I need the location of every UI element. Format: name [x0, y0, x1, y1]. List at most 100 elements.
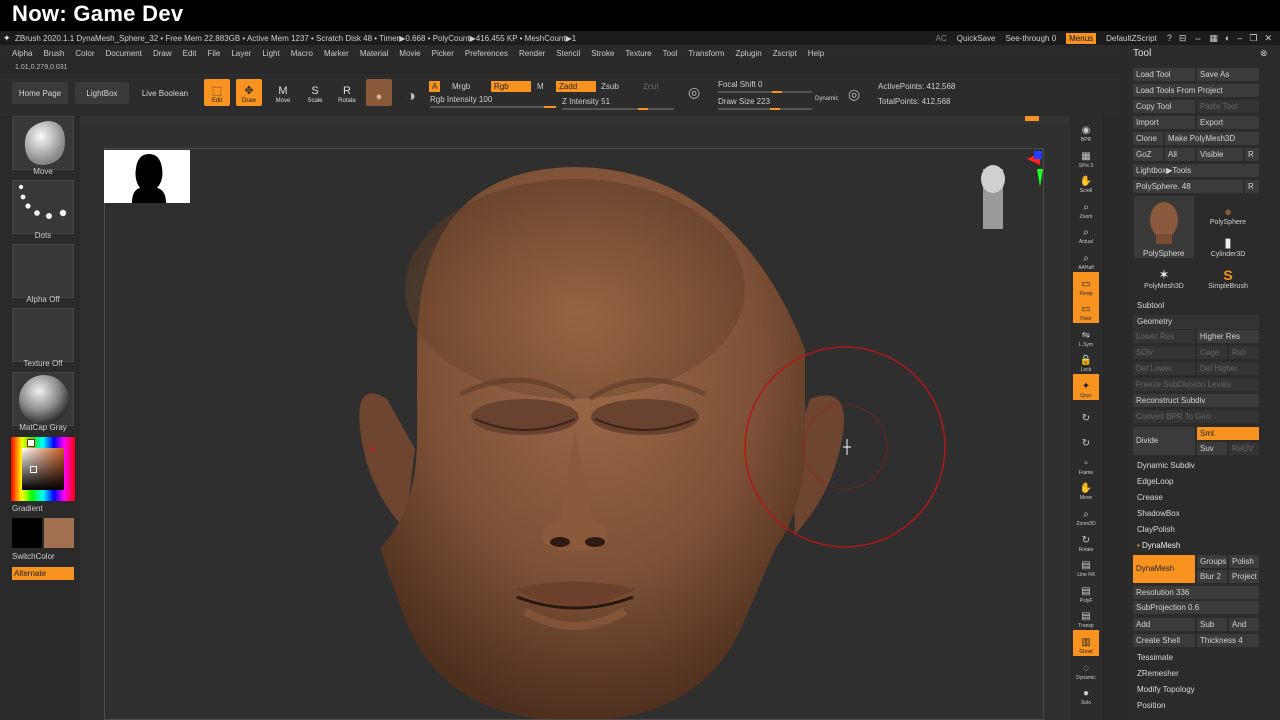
groups-toggle[interactable]: Groups [1197, 555, 1227, 568]
shelf-button-tool-12[interactable]: ↻ [1073, 425, 1099, 451]
material-sphere-button[interactable]: ● [366, 79, 392, 106]
lightbox-button[interactable]: LightBox [75, 82, 129, 104]
menus-toggle[interactable]: Menus [1066, 32, 1097, 44]
convert-bpr-button[interactable]: Convert BPR To Geo [1133, 410, 1259, 423]
color-picker-square[interactable] [22, 448, 64, 490]
z-intensity-slider[interactable] [562, 108, 674, 110]
menu-macro[interactable]: Macro [291, 49, 313, 58]
main-color-swatch[interactable] [12, 518, 42, 548]
menu-zplugin[interactable]: Zplugin [735, 49, 761, 58]
color-sphere-button[interactable]: ◑ [398, 79, 424, 106]
picker-handle-icon[interactable] [27, 439, 35, 447]
modify-topology-section[interactable]: Modify Topology [1133, 683, 1259, 697]
minimize-icon[interactable]: – [1237, 33, 1242, 44]
polysphere-r-button[interactable]: R [1245, 180, 1259, 193]
zsub-toggle[interactable]: Zsub [598, 81, 622, 92]
move-mode-button[interactable]: M Move [270, 79, 296, 106]
arrows-icon[interactable]: ⇔ [1193, 33, 1202, 44]
rstr-button[interactable]: Rstr [1229, 346, 1259, 359]
freeze-subdivision-button[interactable]: Freeze SubDivision Levels [1133, 378, 1259, 391]
default-zscript-button[interactable]: DefaultZScript [1106, 34, 1157, 43]
project-toggle[interactable]: Project [1229, 570, 1259, 583]
shelf-button-persp[interactable]: ▭ Persp [1073, 271, 1099, 298]
alternate-button[interactable]: Alternate [12, 567, 74, 580]
focal-shift-knob[interactable] [772, 91, 782, 93]
resolution-slider[interactable]: Resolution 336 [1133, 586, 1259, 599]
focal-shift-slider[interactable] [718, 91, 812, 93]
shelf-button-transp[interactable]: ▤ Transp [1073, 604, 1099, 630]
secondary-color-swatch[interactable] [44, 518, 74, 548]
layout-icon[interactable]: ⊟ [1179, 33, 1187, 44]
del-lower-button[interactable]: Del Lower [1133, 362, 1195, 375]
menu-light[interactable]: Light [262, 49, 279, 58]
del-higher-button[interactable]: Del Higher [1197, 362, 1259, 375]
goz-r-button[interactable]: R [1245, 148, 1259, 161]
material-selector[interactable] [12, 372, 74, 426]
menu-help[interactable]: Help [808, 49, 824, 58]
higher-res-button[interactable]: Higher Res [1197, 330, 1259, 343]
menu-stroke[interactable]: Stroke [591, 49, 614, 58]
crease-section[interactable]: Crease [1133, 491, 1259, 505]
shelf-button-polyf[interactable]: ▤ PolyF [1073, 579, 1099, 605]
shelf-button-scroll[interactable]: ✋ Scroll [1073, 169, 1099, 195]
ac-button[interactable]: AC [936, 34, 947, 43]
quicksave-button[interactable]: QuickSave [957, 34, 996, 43]
shelf-button-floor[interactable]: ▭ Floor [1073, 297, 1099, 324]
shelf-button-actual[interactable]: ⌕ Actual [1073, 220, 1099, 246]
z-intensity-knob[interactable] [638, 108, 648, 110]
shelf-button-line-fill[interactable]: ▤ Line Fill [1073, 553, 1099, 579]
goz-all-button[interactable]: All [1165, 148, 1195, 161]
simplebrush-tile[interactable]: S SimpleBrush [1197, 260, 1259, 290]
shelf-button-rotate[interactable]: ↻ Rotate [1073, 528, 1099, 554]
menu-brush[interactable]: Brush [43, 49, 64, 58]
shelf-button-lock[interactable]: 🔒 Lock [1073, 348, 1099, 374]
brush-selector[interactable] [12, 116, 74, 170]
rotate-mode-button[interactable]: R Rotate [334, 79, 360, 106]
load-tool-button[interactable]: Load Tool [1133, 68, 1195, 81]
create-shell-button[interactable]: Create Shell [1133, 634, 1195, 647]
menu-tool[interactable]: Tool [663, 49, 678, 58]
edit-mode-button[interactable]: ⬚ Edit [204, 79, 230, 106]
shelf-button-ghost[interactable]: ▥ Ghost [1073, 630, 1099, 656]
shelf-button-frame[interactable]: ▫ Frame [1073, 451, 1099, 477]
shelf-button-qxyz[interactable]: ✦ Qxyz [1073, 374, 1099, 400]
reconstruct-subdiv-button[interactable]: Reconstruct Subdiv [1133, 394, 1259, 407]
restore-icon[interactable]: ❐ [1249, 33, 1257, 44]
a-toggle[interactable]: A [429, 81, 441, 92]
alpha-selector[interactable] [12, 244, 74, 298]
shelf-button-spix-3[interactable]: ▦ SPix 3 [1073, 144, 1099, 170]
cage-button[interactable]: Cage [1197, 346, 1227, 359]
menu-material[interactable]: Material [360, 49, 388, 58]
shadowbox-section[interactable]: ShadowBox [1133, 507, 1259, 521]
goz-button[interactable]: GoZ [1133, 148, 1163, 161]
mrgb-toggle[interactable]: Mrgb [449, 81, 473, 92]
menu-stencil[interactable]: Stencil [556, 49, 580, 58]
menu-color[interactable]: Color [75, 49, 94, 58]
add-button[interactable]: Add [1133, 618, 1195, 631]
rgb-intensity-slider[interactable] [430, 106, 556, 108]
navigation-thumbnail[interactable] [104, 150, 190, 203]
shelf-button-move[interactable]: ✋ Move [1073, 476, 1099, 502]
and-button[interactable]: And [1229, 618, 1259, 631]
document-marker[interactable] [1025, 116, 1039, 121]
geometry-section[interactable]: Geometry [1133, 315, 1259, 329]
gradient-label[interactable]: Gradient [12, 504, 74, 513]
polymesh3d-tile[interactable]: ✶ PolyMesh3D [1133, 260, 1195, 290]
menu-alpha[interactable]: Alpha [12, 49, 32, 58]
menu-movie[interactable]: Movie [399, 49, 420, 58]
lower-res-button[interactable]: Lower Res [1133, 330, 1195, 343]
menu-layer[interactable]: Layer [231, 49, 251, 58]
make-polymesh-button[interactable]: Make PolyMesh3D [1165, 132, 1259, 145]
goz-visible-button[interactable]: Visible [1197, 148, 1243, 161]
color-icon[interactable]: ◐ [1225, 33, 1230, 44]
shelf-button-l-sym[interactable]: ⇋ L.Sym [1073, 323, 1099, 349]
picker-cursor-icon[interactable] [30, 466, 37, 473]
rgb-toggle[interactable]: Rgb [491, 81, 531, 92]
clone-button[interactable]: Clone [1133, 132, 1163, 145]
draw-size-slider[interactable] [718, 108, 812, 110]
dynamesh-section[interactable]: • DynaMesh [1133, 539, 1259, 553]
home-page-button[interactable]: Home Page [12, 82, 68, 104]
dynamic-toggle[interactable]: Dynamic [815, 96, 838, 102]
help-icon[interactable]: ? [1167, 33, 1172, 44]
dynamesh-button[interactable]: DynaMesh [1133, 555, 1195, 583]
